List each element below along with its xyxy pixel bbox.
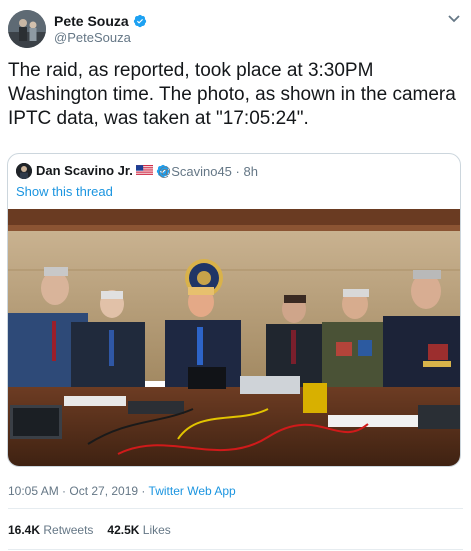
quoted-display-name[interactable]: Dan Scavino Jr. [36,163,170,178]
retweets-stat[interactable]: 16.4K Retweets [8,523,93,537]
quoted-avatar[interactable] [16,163,32,179]
retweets-count: 16.4K [8,523,41,537]
display-name[interactable]: Pete Souza [54,13,147,29]
divider [8,508,463,509]
display-name-text: Pete Souza [54,13,129,29]
tweet-source[interactable]: Twitter Web App [149,484,236,498]
situation-room-photo[interactable] [8,209,460,466]
retweets-label: Retweets [43,523,94,537]
show-thread-link[interactable]: Show this thread [16,184,113,199]
footer-separator: · [138,484,149,498]
avatar[interactable] [8,10,46,48]
chevron-down-icon[interactable] [447,14,461,24]
likes-stat[interactable]: 42.5K Likes [107,523,170,537]
quoted-age[interactable]: · 8h [236,164,258,179]
quoted-tweet[interactable]: Dan Scavino Jr. @Scavino45 · 8h Show thi… [7,153,461,467]
us-flag-icon [135,165,153,176]
likes-label: Likes [142,523,171,537]
tweet-stats: 16.4K Retweets 42.5K Likes [8,523,171,537]
quoted-avatar-image [16,163,32,179]
quoted-display-name-text: Dan Scavino Jr. [36,163,133,178]
tweet-footer: 10:05 AM · Oct 27, 2019 · Twitter Web Ap… [8,484,236,498]
tweet-text: The raid, as reported, took place at 3:3… [8,60,456,129]
tweet: Pete Souza @PeteSouza The raid, as repor… [0,0,471,551]
handle[interactable]: @PeteSouza [54,30,131,45]
quoted-handle[interactable]: @Scavino45 [158,164,232,179]
quoted-meta: @Scavino45 · 8h [158,164,258,179]
verified-badge-icon [133,14,146,28]
likes-count: 42.5K [107,523,140,537]
tweet-timestamp[interactable]: 10:05 AM · Oct 27, 2019 [8,484,138,498]
divider [8,549,463,550]
avatar-image [8,10,46,48]
